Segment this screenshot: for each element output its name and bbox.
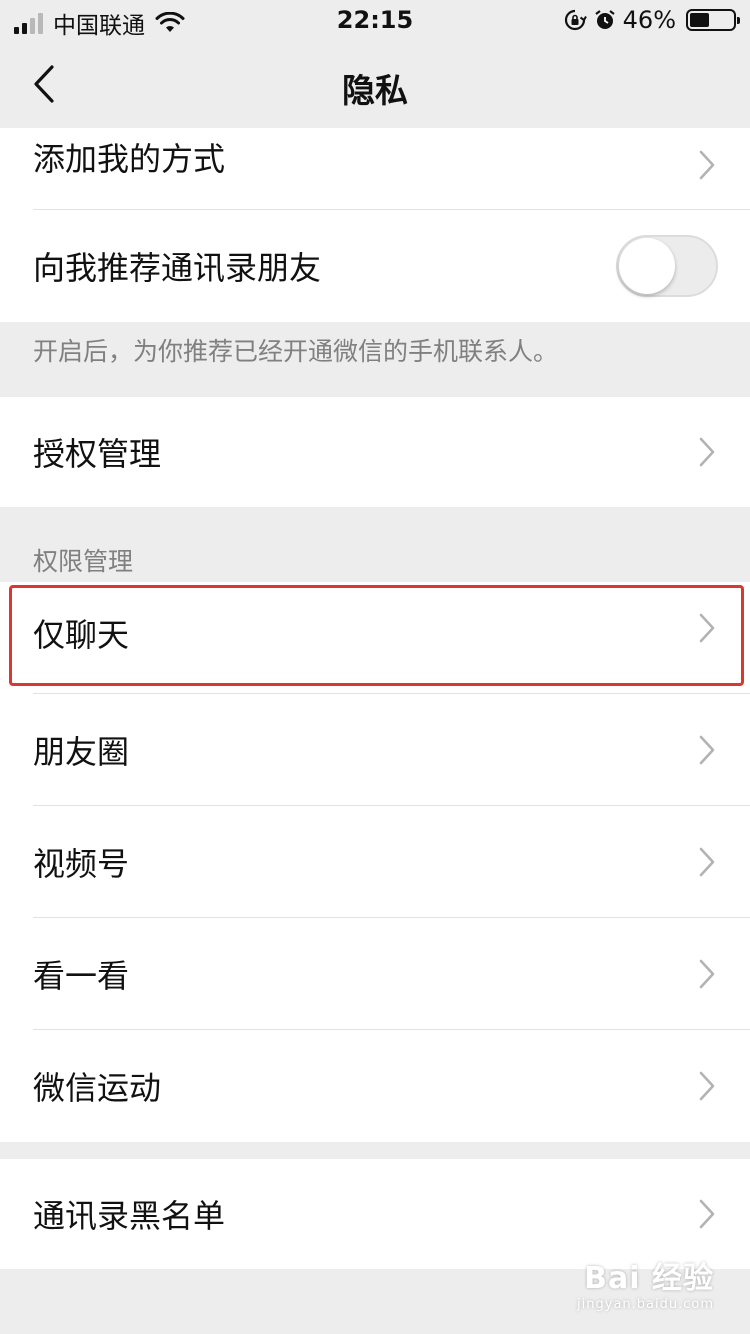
auth-management-label: 授权管理: [33, 435, 162, 473]
contacts-blacklist-label: 通讯录黑名单: [33, 1197, 226, 1235]
chevron-right-icon: [699, 847, 715, 877]
contacts-group: 添加我的方式 向我推荐通讯录朋友: [0, 128, 750, 322]
add-me-row[interactable]: 添加我的方式: [0, 128, 750, 210]
nav-bar: 隐私: [0, 42, 750, 128]
toggle-knob: [619, 238, 675, 294]
battery-icon: [686, 9, 740, 31]
chevron-right-icon: [699, 150, 715, 180]
alarm-icon: [594, 10, 615, 29]
battery-percent: 46%: [622, 6, 676, 34]
highlight-box: [9, 585, 744, 686]
permissions-section-header: 权限管理: [33, 547, 134, 576]
rotation-lock-icon: [564, 9, 587, 31]
permission-item-label: 视频号: [33, 845, 130, 883]
permission-item-moments[interactable]: 朋友圈: [0, 694, 750, 806]
status-bar: 中国联通 22:15 46%: [0, 0, 750, 42]
recommend-contacts-label: 向我推荐通讯录朋友: [33, 249, 322, 287]
add-me-label: 添加我的方式: [33, 140, 226, 178]
auth-management-row[interactable]: 授权管理: [0, 397, 750, 507]
page-title: 隐私: [342, 71, 408, 110]
recommend-hint: 开启后，为你推荐已经开通微信的手机联系人。: [33, 337, 559, 366]
recommend-contacts-row: 向我推荐通讯录朋友: [0, 210, 750, 322]
chevron-right-icon: [699, 437, 715, 467]
permission-item-label: 朋友圈: [33, 733, 130, 771]
chevron-right-icon: [699, 959, 715, 989]
auth-group: 授权管理: [0, 397, 750, 507]
watermark-url: jingyan.baidu.com: [577, 1297, 714, 1312]
watermark-logo-text: Bai 经验: [584, 1261, 714, 1296]
permission-item-top-stories[interactable]: 看一看: [0, 918, 750, 1030]
chevron-right-icon: [699, 735, 715, 765]
chevron-right-icon: [699, 1071, 715, 1101]
status-right: 46%: [563, 6, 740, 34]
permission-item-werun[interactable]: 微信运动: [0, 1030, 750, 1142]
permission-item-label: 看一看: [33, 957, 130, 995]
watermark: Bai 经验 jingyan.baidu.com: [577, 1253, 714, 1312]
permission-item-label: 微信运动: [33, 1069, 162, 1107]
chevron-right-icon: [699, 1199, 715, 1229]
permission-item-channels[interactable]: 视频号: [0, 806, 750, 918]
recommend-contacts-toggle[interactable]: [616, 235, 718, 297]
